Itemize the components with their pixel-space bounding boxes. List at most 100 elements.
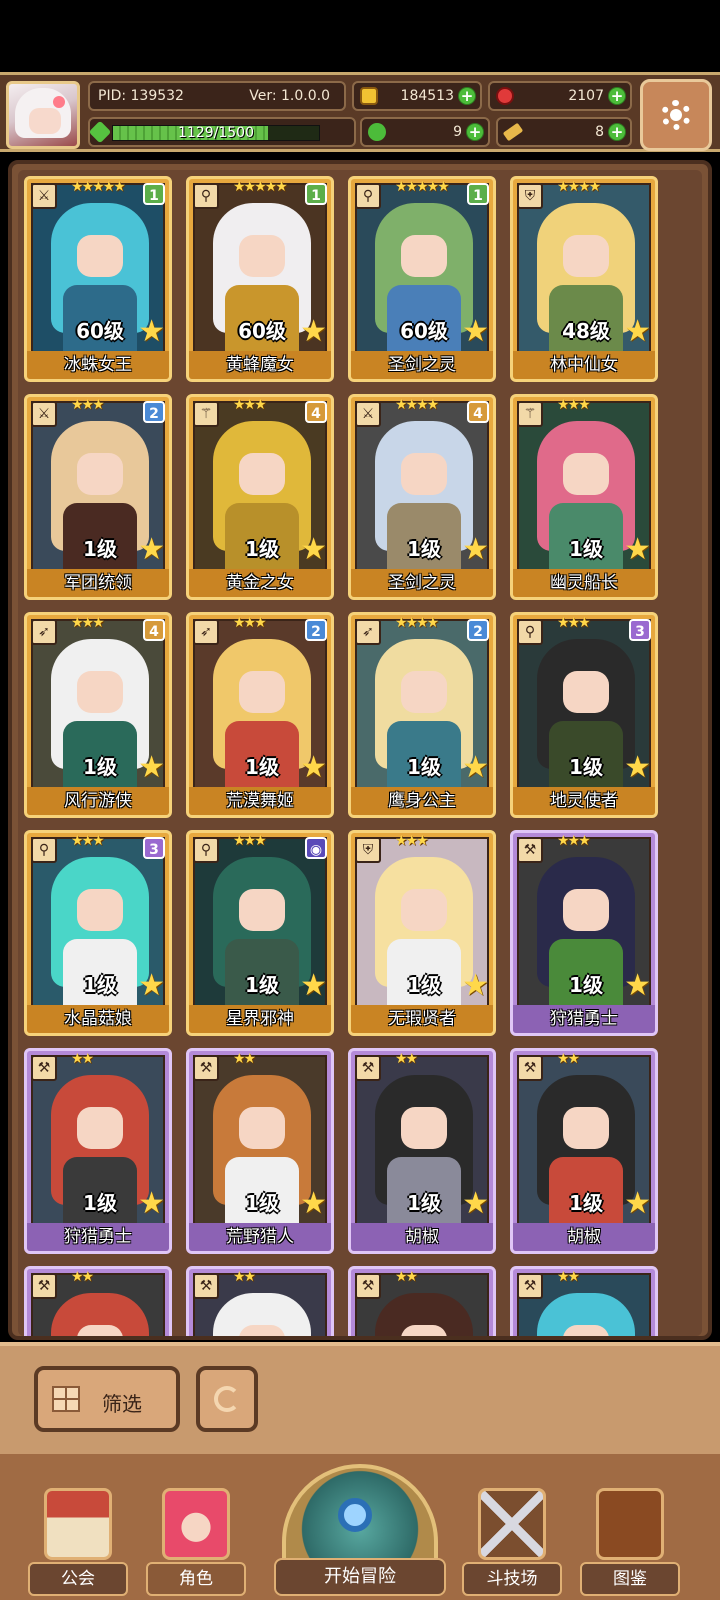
character-card[interactable]: 1级 ⚒ ★★★ ★ 狩猎勇士 <box>510 830 658 1036</box>
character-card[interactable]: 1级 ⚚ ★★★ 4 ★ 黄金之女 <box>186 394 334 600</box>
avatar-face <box>29 108 61 134</box>
axe-icon: ⚒ <box>193 1055 219 1081</box>
player-avatar[interactable] <box>6 81 80 149</box>
character-card[interactable]: ⚒ ★★ <box>510 1266 658 1336</box>
character-card[interactable]: 1级 ⚒ ★★ ★ 荒野猎人 <box>186 1048 334 1254</box>
nav-start-adventure[interactable]: 开始冒险 <box>274 1460 446 1600</box>
character-card[interactable]: ⚒ ★★ <box>186 1266 334 1336</box>
character-face <box>239 1107 285 1149</box>
nav-character[interactable]: 角色 <box>146 1488 246 1600</box>
character-card[interactable]: 1级 ⚚ ★★★ ★ 幽灵船长 <box>510 394 658 600</box>
star-upgrade-icon[interactable]: ★ <box>624 1189 651 1219</box>
nav-codex-label: 图鉴 <box>580 1562 680 1596</box>
star-upgrade-icon[interactable]: ★ <box>462 317 489 347</box>
character-face <box>401 453 447 495</box>
star-upgrade-icon[interactable]: ★ <box>624 535 651 565</box>
sword-icon: ⚔ <box>355 401 381 427</box>
character-card[interactable]: 60级 ⚔ ★★★★★ 1 ★ 冰蛛女王 <box>24 176 172 382</box>
experience-box: 1129/1500 <box>88 117 356 147</box>
refresh-button[interactable] <box>196 1366 258 1432</box>
add-key-button[interactable]: + <box>608 123 626 141</box>
star-upgrade-icon[interactable]: ★ <box>138 1189 165 1219</box>
character-card[interactable]: 1级 ➶ ★★★ 2 ★ 荒漠舞姬 <box>186 612 334 818</box>
character-card[interactable]: 60级 ⚲ ★★★★★ 1 ★ 圣剑之灵 <box>348 176 496 382</box>
add-clover-button[interactable]: + <box>466 123 484 141</box>
add-gold-button[interactable]: + <box>458 87 476 105</box>
axe-icon: ⚒ <box>517 1273 543 1299</box>
star-upgrade-icon[interactable]: ★ <box>624 971 651 1001</box>
character-card[interactable]: 1级 ➶ ★★★ 4 ★ 风行游侠 <box>24 612 172 818</box>
character-card[interactable]: 1级 ⚲ ★★★ 3 ★ 地灵使者 <box>510 612 658 818</box>
rarity-stars: ★★ <box>71 1051 94 1067</box>
star-upgrade-icon[interactable]: ★ <box>138 753 165 783</box>
character-card[interactable]: 1级 ⚒ ★★ ★ 胡椒 <box>348 1048 496 1254</box>
star-upgrade-icon[interactable]: ★ <box>624 317 651 347</box>
character-face <box>563 1325 609 1336</box>
character-face <box>563 1107 609 1149</box>
character-card[interactable]: 1级 ➶ ★★★★ 2 ★ 鹰身公主 <box>348 612 496 818</box>
axe-icon: ⚒ <box>355 1273 381 1299</box>
star-upgrade-icon[interactable]: ★ <box>138 971 165 1001</box>
nav-adventure-label: 开始冒险 <box>274 1558 446 1596</box>
nav-guild[interactable]: 公会 <box>28 1488 128 1600</box>
star-upgrade-icon[interactable]: ★ <box>138 535 165 565</box>
rarity-stars: ★★★ <box>557 615 591 631</box>
star-upgrade-icon[interactable]: ★ <box>462 971 489 1001</box>
rarity-stars: ★★ <box>233 1051 256 1067</box>
top-bar: PID: 139532 Ver: 1.0.0.0 184513 + 2107 +… <box>0 72 720 152</box>
rank-badge: 4 <box>467 401 489 423</box>
character-face <box>401 889 447 931</box>
star-upgrade-icon[interactable]: ★ <box>300 535 327 565</box>
character-card[interactable]: 1级 ⚔ ★★★★ 4 ★ 圣剑之灵 <box>348 394 496 600</box>
axe-icon: ⚒ <box>31 1273 57 1299</box>
character-card[interactable]: 60级 ⚲ ★★★★★ 1 ★ 黄蜂魔女 <box>186 176 334 382</box>
clover-amount: 9 <box>453 124 462 140</box>
star-upgrade-icon[interactable]: ★ <box>462 753 489 783</box>
character-card[interactable]: ⚒ ★★ <box>24 1266 172 1336</box>
rarity-stars: ★★★★ <box>395 397 439 413</box>
character-face <box>239 453 285 495</box>
shield-icon: ⛨ <box>355 837 381 863</box>
character-grid[interactable]: 60级 ⚔ ★★★★★ 1 ★ 冰蛛女王 60级 ⚲ ★★★★★ 1 ★ 黄蜂魔… <box>18 170 702 1336</box>
character-card[interactable]: 48级 ⛨ ★★★★ ★ 林中仙女 <box>510 176 658 382</box>
clover-icon <box>368 123 386 141</box>
star-upgrade-icon[interactable]: ★ <box>462 1189 489 1219</box>
star-upgrade-icon[interactable]: ★ <box>300 1189 327 1219</box>
star-upgrade-icon[interactable]: ★ <box>300 971 327 1001</box>
rank-badge: 1 <box>467 183 489 205</box>
rarity-stars: ★★★★★ <box>233 179 288 195</box>
character-card[interactable]: 1级 ⚲ ★★★ ◉ ★ 星界邪神 <box>186 830 334 1036</box>
character-card[interactable]: 1级 ⚒ ★★ ★ 狩猎勇士 <box>24 1048 172 1254</box>
rank-badge: 1 <box>305 183 327 205</box>
character-name: 圣剑之灵 <box>351 569 493 597</box>
star-upgrade-icon[interactable]: ★ <box>624 753 651 783</box>
character-card[interactable]: 1级 ⚒ ★★ ★ 胡椒 <box>510 1048 658 1254</box>
rank-badge: 2 <box>143 401 165 423</box>
sword-icon: ⚔ <box>31 401 57 427</box>
character-name: 鹰身公主 <box>351 787 493 815</box>
character-panel: 60级 ⚔ ★★★★★ 1 ★ 冰蛛女王 60级 ⚲ ★★★★★ 1 ★ 黄蜂魔… <box>8 160 712 1340</box>
character-face <box>77 235 123 277</box>
crossed-swords-icon <box>478 1488 546 1560</box>
filter-button[interactable]: 筛选 <box>34 1366 180 1432</box>
character-card[interactable]: ⚒ ★★ <box>348 1266 496 1336</box>
nav-arena[interactable]: 斗技场 <box>462 1488 562 1600</box>
add-gems-button[interactable]: + <box>608 87 626 105</box>
character-name: 水晶菇娘 <box>27 1005 169 1033</box>
star-upgrade-icon[interactable]: ★ <box>300 317 327 347</box>
settings-button[interactable] <box>640 79 712 151</box>
character-card[interactable]: 1级 ⚔ ★★★ 2 ★ 军团统领 <box>24 394 172 600</box>
star-upgrade-icon[interactable]: ★ <box>138 317 165 347</box>
character-card[interactable]: 1级 ⚲ ★★★ 3 ★ 水晶菇娘 <box>24 830 172 1036</box>
character-face <box>239 889 285 931</box>
star-upgrade-icon[interactable]: ★ <box>300 753 327 783</box>
rarity-stars: ★★★★★ <box>395 179 450 195</box>
character-face <box>77 889 123 931</box>
bow-icon: ➶ <box>193 619 219 645</box>
character-card[interactable]: 1级 ⛨ ★★★ ★ 无瑕贤者 <box>348 830 496 1036</box>
rarity-stars: ★★ <box>395 1269 418 1285</box>
star-upgrade-icon[interactable]: ★ <box>462 535 489 565</box>
character-name: 黄蜂魔女 <box>189 351 331 379</box>
book-icon <box>596 1488 664 1560</box>
nav-codex[interactable]: 图鉴 <box>580 1488 680 1600</box>
